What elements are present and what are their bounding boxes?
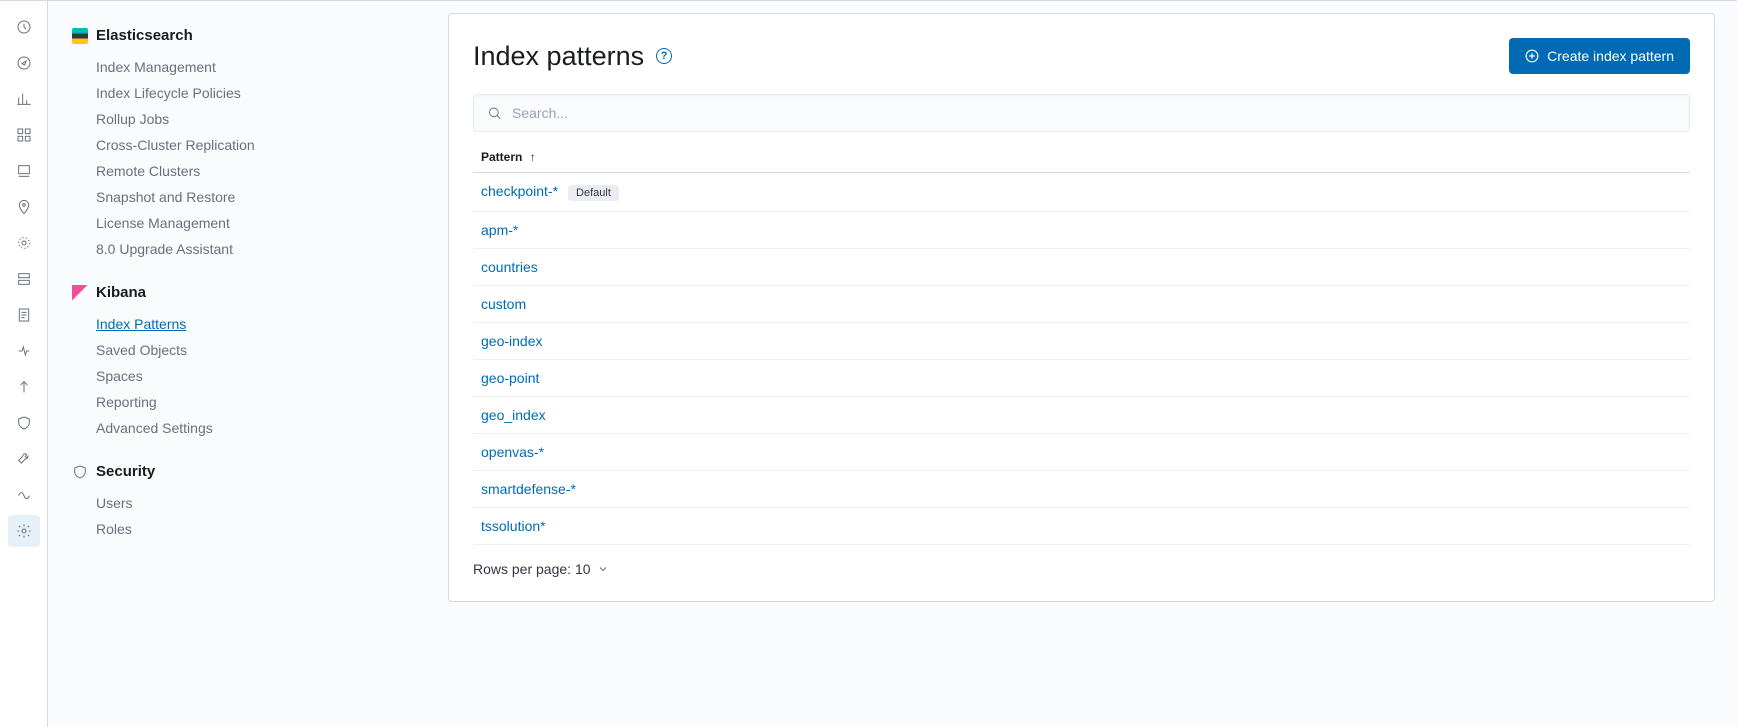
monitoring-icon[interactable] — [8, 479, 40, 511]
sidebar-item-reporting[interactable]: Reporting — [72, 389, 424, 415]
table-row: checkpoint-* Default — [473, 173, 1690, 212]
sidebar-item-8-0-upgrade-assistant[interactable]: 8.0 Upgrade Assistant — [72, 236, 424, 262]
main-content: Index patterns ? Create index pattern Pa… — [448, 1, 1737, 727]
sidebar-group-security: Security — [72, 463, 424, 480]
sidebar-item-remote-clusters[interactable]: Remote Clusters — [72, 158, 424, 184]
table-row: countries — [473, 249, 1690, 286]
elasticsearch-logo-icon — [72, 28, 88, 44]
index-pattern-link[interactable]: countries — [481, 259, 538, 275]
sidebar-group-elasticsearch: Elasticsearch — [72, 27, 424, 44]
table-row: geo-point — [473, 360, 1690, 397]
create-button-label: Create index pattern — [1547, 48, 1674, 64]
sidebar-item-advanced-settings[interactable]: Advanced Settings — [72, 415, 424, 441]
index-pattern-link[interactable]: checkpoint-* — [481, 183, 558, 199]
column-header-pattern[interactable]: Pattern ↑ — [473, 142, 1690, 173]
table-row: apm-* — [473, 212, 1690, 249]
logs-icon[interactable] — [8, 299, 40, 331]
index-pattern-link[interactable]: apm-* — [481, 222, 518, 238]
table-row: custom — [473, 286, 1690, 323]
sidebar-item-users[interactable]: Users — [72, 490, 424, 516]
discover-icon[interactable] — [8, 47, 40, 79]
index-pattern-link[interactable]: tssolution* — [481, 518, 546, 534]
index-pattern-link[interactable]: geo-point — [481, 370, 539, 386]
management-icon[interactable] — [8, 515, 40, 547]
chevron-down-icon — [597, 563, 609, 575]
sidebar-group-label: Kibana — [96, 284, 146, 301]
uptime-icon[interactable] — [8, 371, 40, 403]
sidebar-item-license-management[interactable]: License Management — [72, 210, 424, 236]
devtools-icon[interactable] — [8, 443, 40, 475]
recent-icon[interactable] — [8, 11, 40, 43]
index-patterns-panel: Index patterns ? Create index pattern Pa… — [448, 13, 1715, 602]
sort-asc-icon: ↑ — [530, 150, 536, 164]
canvas-icon[interactable] — [8, 155, 40, 187]
sidebar-item-saved-objects[interactable]: Saved Objects — [72, 337, 424, 363]
sidebar-item-spaces[interactable]: Spaces — [72, 363, 424, 389]
index-patterns-table: Pattern ↑ checkpoint-* Default apm-* countr… — [473, 142, 1690, 545]
apm-icon[interactable] — [8, 335, 40, 367]
default-badge: Default — [568, 185, 619, 201]
create-index-pattern-button[interactable]: Create index pattern — [1509, 38, 1690, 74]
sidebar-group-label: Elasticsearch — [96, 27, 193, 44]
index-pattern-link[interactable]: geo_index — [481, 407, 546, 423]
index-pattern-link[interactable]: smartdefense-* — [481, 481, 576, 497]
kibana-logo-icon — [72, 285, 88, 301]
page-title: Index patterns — [473, 41, 644, 72]
sidebar-item-snapshot-and-restore[interactable]: Snapshot and Restore — [72, 184, 424, 210]
pager-label: Rows per page: 10 — [473, 561, 591, 577]
sidebar-group-kibana: Kibana — [72, 284, 424, 301]
security-shield-icon — [72, 464, 88, 480]
search-icon — [487, 106, 502, 121]
index-pattern-link[interactable]: geo-index — [481, 333, 543, 349]
siem-icon[interactable] — [8, 407, 40, 439]
table-row: geo-index — [473, 323, 1690, 360]
maps-icon[interactable] — [8, 191, 40, 223]
sidebar-item-index-patterns[interactable]: Index Patterns — [72, 311, 424, 337]
table-row: tssolution* — [473, 508, 1690, 545]
index-pattern-link[interactable]: openvas-* — [481, 444, 544, 460]
rows-per-page-selector[interactable]: Rows per page: 10 — [473, 561, 1690, 577]
sidebar-item-roles[interactable]: Roles — [72, 516, 424, 542]
ml-icon[interactable] — [8, 227, 40, 259]
sidebar-item-index-management[interactable]: Index Management — [72, 54, 424, 80]
dashboard-icon[interactable] — [8, 119, 40, 151]
sidebar-item-rollup-jobs[interactable]: Rollup Jobs — [72, 106, 424, 132]
icon-rail — [0, 1, 48, 727]
infrastructure-icon[interactable] — [8, 263, 40, 295]
table-row: geo_index — [473, 397, 1690, 434]
search-input[interactable] — [473, 94, 1690, 132]
table-row: smartdefense-* — [473, 471, 1690, 508]
visualize-icon[interactable] — [8, 83, 40, 115]
help-icon[interactable]: ? — [656, 48, 672, 64]
table-row: openvas-* — [473, 434, 1690, 471]
sidebar-group-label: Security — [96, 463, 155, 480]
sidebar-item-index-lifecycle-policies[interactable]: Index Lifecycle Policies — [72, 80, 424, 106]
settings-sidebar: Elasticsearch Index ManagementIndex Lifec… — [48, 1, 448, 727]
sidebar-item-cross-cluster-replication[interactable]: Cross-Cluster Replication — [72, 132, 424, 158]
index-pattern-link[interactable]: custom — [481, 296, 526, 312]
